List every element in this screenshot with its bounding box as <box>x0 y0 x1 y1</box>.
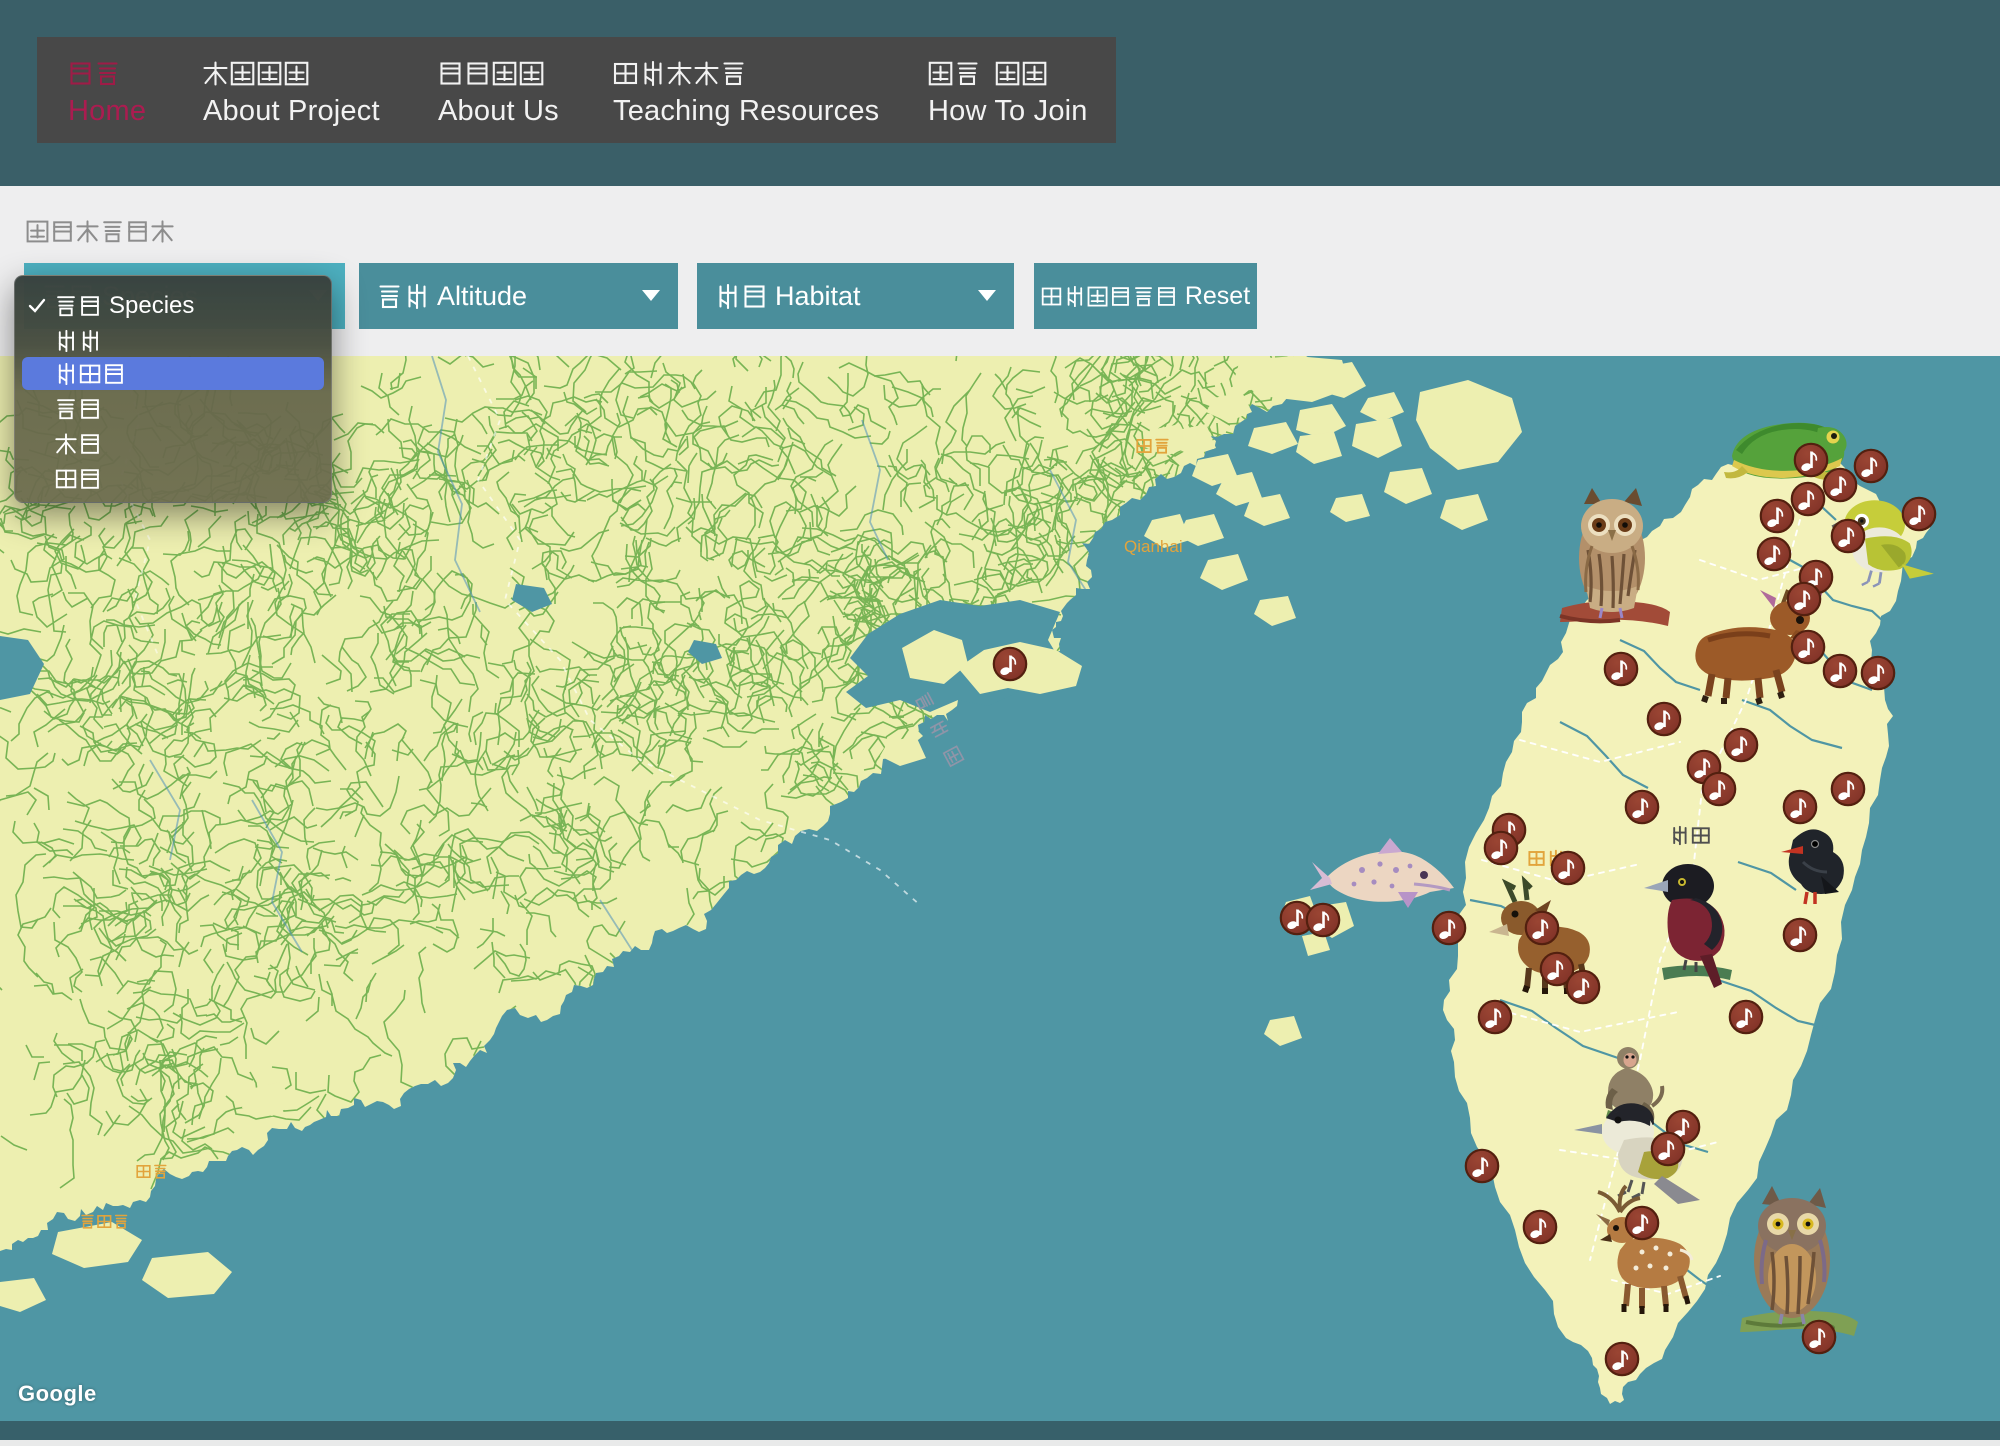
svg-text:Qianhai: Qianhai <box>1124 537 1183 556</box>
